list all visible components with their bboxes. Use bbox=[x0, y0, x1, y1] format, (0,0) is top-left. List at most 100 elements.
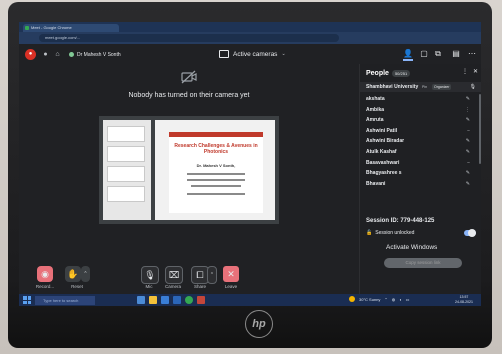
organizer-row[interactable]: Shambhavi University Pin Organizer 🎙 bbox=[360, 82, 481, 92]
meeting-controls: ◉ Record... ✋ ⌃ Reset 🎙 Mic ⌧ Camera ⧠ ⌃… bbox=[19, 264, 359, 294]
layout-label: Active cameras bbox=[233, 50, 278, 58]
browser-tab-bar: Meet - Google Chrome bbox=[19, 22, 481, 32]
pin-label[interactable]: Pin bbox=[422, 85, 427, 89]
participant-scrollbar[interactable] bbox=[479, 94, 481, 164]
volume-icon[interactable]: ◖ bbox=[399, 297, 401, 302]
chrome-icon[interactable] bbox=[185, 296, 193, 304]
battery-icon[interactable]: ▭ bbox=[406, 297, 410, 302]
copy-session-link-button[interactable]: Copy session link bbox=[384, 258, 462, 268]
share-icon: ⧠ bbox=[196, 269, 204, 280]
windows-taskbar: Type here to search 30°C Sunny ⌃ ◍ ◖ ▭ 1… bbox=[19, 294, 481, 306]
presenter-name: Dr Mahesh V Sonth bbox=[77, 51, 121, 58]
windows-start-icon[interactable] bbox=[23, 296, 31, 304]
list-item[interactable]: Amruta ✎ bbox=[360, 115, 478, 126]
participant-name: Bhagyashree s bbox=[366, 170, 402, 177]
edge-icon[interactable] bbox=[161, 296, 169, 304]
toggle-knob bbox=[468, 229, 476, 237]
camera-off-icon bbox=[181, 70, 197, 84]
slide-thumbnail[interactable] bbox=[107, 186, 145, 202]
mic-icon: 🎙 bbox=[469, 84, 476, 90]
meet-favicon-icon bbox=[25, 26, 29, 30]
slide-text-line bbox=[187, 193, 245, 195]
share-options-chevron-icon[interactable]: ⌃ bbox=[207, 266, 217, 284]
list-item[interactable]: Ambika ⋮ bbox=[360, 105, 478, 116]
mic-button[interactable]: 🎙 bbox=[141, 266, 159, 284]
taskbar-search-input[interactable]: Type here to search bbox=[35, 295, 95, 305]
whiteboard-icon[interactable]: ▤ bbox=[451, 49, 461, 59]
raise-hand-button[interactable]: ✋ bbox=[65, 266, 81, 282]
organizer-badge: Organizer bbox=[432, 84, 452, 90]
list-item[interactable]: Ashwini Patil − bbox=[360, 126, 478, 137]
powerpoint-icon[interactable] bbox=[197, 296, 205, 304]
reactions-chevron-icon[interactable]: ⌃ bbox=[81, 266, 90, 282]
list-item[interactable]: akshata ✎ bbox=[360, 94, 478, 105]
slide-title: Research Challenges & Avenues in Photoni… bbox=[174, 143, 258, 155]
chevron-down-icon: ⌄ bbox=[281, 51, 286, 57]
session-lock-toggle[interactable] bbox=[464, 229, 476, 237]
close-icon[interactable]: ✕ bbox=[473, 68, 478, 75]
list-item[interactable]: Bhagyashree s ✎ bbox=[360, 168, 478, 179]
slide-thumbnail-pane bbox=[103, 120, 151, 220]
activities-icon[interactable]: ⧉ bbox=[433, 49, 443, 59]
slide-thumbnail[interactable] bbox=[107, 146, 145, 162]
mic-off-icon: ✎ bbox=[465, 180, 470, 187]
more-icon[interactable]: ⋮ bbox=[462, 68, 468, 75]
meet-top-right-actions: 👤 ▢ ⧉ ▤ ⋯ bbox=[359, 44, 481, 64]
stop-icon[interactable]: ● bbox=[41, 50, 50, 59]
file-explorer-icon[interactable] bbox=[149, 296, 157, 304]
more-icon: ⋮ bbox=[465, 106, 470, 113]
tray-chevron-icon[interactable]: ⌃ bbox=[384, 297, 387, 302]
session-status-label: Session unlocked bbox=[375, 230, 415, 236]
participant-name: Ashwini Patil bbox=[366, 127, 398, 134]
mic-off-icon: ✎ bbox=[465, 96, 470, 102]
browser-tab[interactable]: Meet - Google Chrome bbox=[23, 24, 119, 32]
people-icon[interactable]: 👤 bbox=[403, 49, 413, 61]
record-icon: ◉ bbox=[41, 268, 49, 279]
people-header: People 50/251 bbox=[366, 68, 411, 78]
chat-icon[interactable]: ▢ bbox=[419, 49, 429, 59]
participant-name: Ashwini Biradar bbox=[366, 138, 405, 145]
recording-indicator-icon[interactable]: ● bbox=[25, 49, 36, 60]
leave-button[interactable]: ✕ bbox=[223, 266, 239, 282]
organizer-name: Shambhavi University bbox=[366, 84, 419, 90]
share-label: Share bbox=[193, 284, 206, 289]
task-view-icon[interactable] bbox=[137, 296, 145, 304]
laptop-screen: Meet - Google Chrome meet.google.com/...… bbox=[19, 22, 481, 306]
tab-title: Meet - Google Chrome bbox=[31, 25, 72, 30]
list-item[interactable]: Ashwini Biradar ✎ bbox=[360, 136, 478, 147]
shared-screen: Research Challenges & Avenues in Photoni… bbox=[99, 116, 279, 224]
network-icon[interactable]: ◍ bbox=[392, 297, 396, 302]
slide-text-line bbox=[187, 179, 245, 181]
list-item[interactable]: Bhavani ✎ bbox=[360, 179, 478, 190]
more-options-icon[interactable]: ⋯ bbox=[467, 49, 477, 59]
participant-name: Bhavani bbox=[366, 180, 386, 187]
mic-off-icon: ✎ bbox=[465, 170, 470, 177]
meet-top-bar: ● ● ⌂ Dr Mahesh V Sonth Active cameras ⌄ bbox=[19, 44, 359, 64]
slide-thumbnail[interactable] bbox=[107, 166, 145, 182]
participant-list: akshata ✎ Ambika ⋮ Amruta ✎ Ashwini Patil − … bbox=[360, 94, 478, 189]
camera-off-icon: ⌧ bbox=[168, 269, 180, 280]
camera-layout-icon bbox=[219, 50, 229, 58]
system-tray: 30°C Sunny ⌃ ◍ ◖ ▭ bbox=[349, 296, 409, 302]
taskbar-clock[interactable]: 13:57 24-08-2021 bbox=[451, 295, 477, 305]
slide-thumbnail[interactable] bbox=[107, 126, 145, 142]
people-title: People bbox=[366, 69, 389, 77]
weather-text[interactable]: 30°C Sunny bbox=[359, 297, 380, 302]
store-icon[interactable] bbox=[173, 296, 181, 304]
people-header-actions: ⋮ ✕ bbox=[462, 68, 478, 75]
weather-sun-icon bbox=[349, 296, 355, 302]
record-label: Record... bbox=[35, 284, 55, 289]
mic-off-icon: 🎙 bbox=[144, 269, 156, 280]
url-field[interactable]: meet.google.com/... bbox=[39, 34, 339, 42]
list-item[interactable]: Atulk Kashaf ✎ bbox=[360, 147, 478, 158]
record-button[interactable]: ◉ bbox=[37, 266, 53, 282]
camera-button[interactable]: ⌧ bbox=[165, 266, 183, 284]
people-panel: People 50/251 ⋮ ✕ Shambhavi University P… bbox=[359, 64, 481, 294]
list-item[interactable]: Basavashwari − bbox=[360, 158, 478, 169]
lock-icon[interactable]: ⌂ bbox=[53, 50, 62, 59]
leave-icon: ✕ bbox=[227, 268, 235, 279]
layout-dropdown[interactable]: Active cameras ⌄ bbox=[219, 48, 286, 60]
participant-count: 50/251 bbox=[391, 69, 411, 77]
mic-off-icon: ✎ bbox=[465, 138, 470, 145]
slide-text-line bbox=[191, 185, 241, 187]
